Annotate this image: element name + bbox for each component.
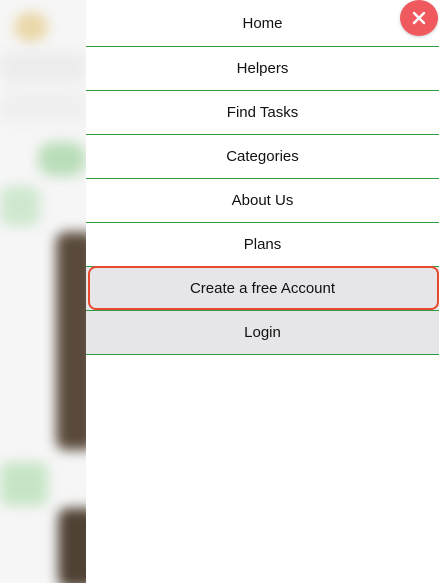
background-block bbox=[0, 186, 40, 226]
background-block bbox=[0, 52, 86, 82]
nav-item-label: Login bbox=[244, 324, 281, 341]
nav-item-label: Home bbox=[242, 14, 283, 32]
nav-item-home[interactable]: Home bbox=[86, 0, 439, 47]
nav-item-categories[interactable]: Categories bbox=[86, 135, 439, 179]
background-block bbox=[0, 92, 86, 122]
nav-item-find-tasks[interactable]: Find Tasks bbox=[86, 91, 439, 135]
nav-item-label: Helpers bbox=[236, 60, 289, 77]
background-block bbox=[38, 142, 86, 176]
background-block bbox=[0, 462, 48, 506]
nav-item-plans[interactable]: Plans bbox=[86, 223, 439, 267]
nav-menu: Home Helpers Find Tasks Categories About… bbox=[86, 0, 439, 355]
close-button[interactable] bbox=[400, 0, 438, 36]
create-account-button[interactable]: Create a free Account bbox=[86, 266, 439, 311]
nav-item-about-us[interactable]: About Us bbox=[86, 179, 439, 223]
nav-item-label: Find Tasks bbox=[226, 104, 299, 121]
nav-item-label: Plans bbox=[243, 236, 282, 253]
nav-item-label: About Us bbox=[231, 192, 294, 209]
navigation-drawer: Home Helpers Find Tasks Categories About… bbox=[86, 0, 439, 583]
login-button[interactable]: Login bbox=[86, 311, 439, 355]
nav-item-helpers[interactable]: Helpers bbox=[86, 47, 439, 91]
nav-item-label: Categories bbox=[226, 148, 299, 165]
background-logo bbox=[14, 12, 48, 42]
close-icon bbox=[412, 11, 426, 25]
nav-item-label: Create a free Account bbox=[189, 280, 336, 297]
